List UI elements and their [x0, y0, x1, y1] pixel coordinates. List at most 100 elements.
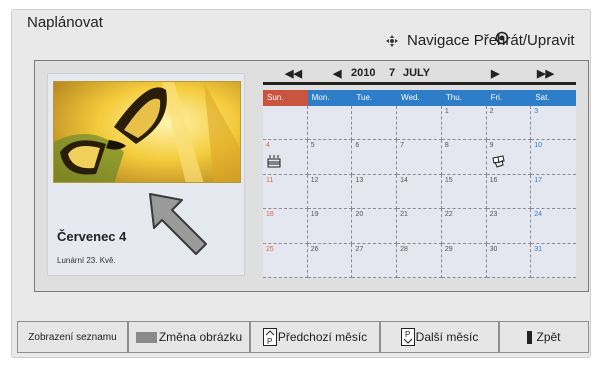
calendar-day-cell[interactable]: 22 [441, 209, 487, 244]
calendar-day-cell[interactable]: 30 [486, 243, 532, 278]
calendar-day-cell[interactable]: 15 [441, 174, 487, 210]
calendar-day-cell[interactable]: 9 [486, 140, 532, 175]
calendar-day-cell[interactable] [307, 106, 353, 141]
back-icon [527, 330, 533, 344]
ok-icon [495, 31, 509, 45]
calendar-day-cell[interactable]: 23 [486, 209, 532, 244]
day-number: 10 [534, 142, 543, 150]
day-number: 23 [489, 211, 498, 219]
calendar-day-cell[interactable]: 6 [352, 140, 398, 175]
calendar-day-cell[interactable]: 5 [307, 140, 353, 175]
list-view-label: Zobrazení seznamu [28, 331, 117, 343]
calendar-day-cell[interactable]: 24 [531, 209, 576, 244]
day-number: 8 [444, 142, 449, 150]
next-month-label: Další měsíc [415, 330, 479, 344]
calendar-day-cell[interactable]: 21 [397, 209, 442, 244]
calendar-year: 2010 [351, 67, 376, 79]
next-year-icon[interactable]: ▶▶ [537, 67, 554, 80]
weekday-label: Wed. [397, 90, 442, 106]
day-number: 28 [400, 245, 408, 253]
calendar-day-cell[interactable]: 3 [531, 106, 576, 141]
bottom-toolbar: Zobrazení seznamu Změna obrázku P Předch… [17, 321, 589, 353]
day-number: 19 [310, 211, 319, 219]
calendar-day-cell[interactable]: 26 [307, 243, 353, 278]
navigation-hint-text: Navigace Přehrát/Upravit [407, 32, 575, 49]
day-number: 7 [400, 142, 405, 150]
day-number: 13 [355, 176, 364, 184]
day-number: 9 [489, 142, 494, 150]
prev-month-icon[interactable]: ◀ [333, 67, 341, 80]
back-button[interactable]: Zpět [499, 321, 589, 353]
day-number: 3 [534, 108, 539, 115]
selected-date-title: Červenec 4 [57, 229, 127, 244]
prev-month-label: Předchozí měsíc [277, 330, 368, 344]
day-number: 22 [444, 211, 453, 219]
list-view-button[interactable]: Zobrazení seznamu [17, 321, 128, 353]
calendar-day-cell[interactable]: 17 [531, 175, 576, 210]
calendar-day-cell[interactable]: 4 [263, 140, 308, 175]
page-down-icon: P [400, 328, 415, 346]
day-number: 25 [266, 245, 274, 253]
calendar-day-cell[interactable]: 2 [486, 106, 532, 141]
lunar-date: Lunární 23. Kvě. [57, 256, 116, 265]
prev-year-icon[interactable]: ◀◀ [285, 67, 302, 80]
day-number: 16 [489, 176, 498, 184]
weekday-label: Fri. [486, 90, 532, 106]
calendar-day-cell[interactable]: 10 [531, 140, 576, 175]
calendar-day-cell[interactable]: 18 [263, 209, 308, 244]
color-key-icon [135, 331, 157, 343]
change-image-label: Změna obrázku [158, 330, 243, 344]
calendar-day-cell[interactable]: 8 [441, 140, 487, 175]
photo-card: Červenec 4 Lunární 23. Kvě. [47, 73, 245, 276]
calendar-day-cell[interactable]: 28 [397, 243, 442, 278]
day-number: 17 [534, 176, 543, 184]
day-number: 30 [489, 245, 498, 253]
calendar-day-cell[interactable]: 29 [441, 243, 487, 278]
calendar-grid: 1 2 3 4 5 6 7 8 9 10 11 12 13 14 15 16 17 18 19 20 21 22 23 24 2… [263, 106, 576, 278]
day-number: 20 [355, 211, 364, 219]
svg-text:P: P [405, 330, 410, 339]
day-number: 1 [444, 108, 449, 115]
navigation-hint: Navigace Přehrát/Upravit [385, 31, 575, 49]
day-number: 18 [266, 211, 274, 219]
day-number: 6 [355, 142, 360, 150]
calendar-day-cell[interactable]: 12 [307, 174, 353, 210]
day-number: 21 [400, 211, 408, 219]
calendar-day-cell[interactable] [397, 106, 442, 141]
calendar-day-cell[interactable]: 13 [352, 174, 398, 210]
day-number: 4 [266, 142, 270, 150]
day-number: 5 [310, 142, 315, 150]
calendar-day-cell[interactable]: 25 [263, 243, 308, 278]
weekday-label: Thu. [441, 90, 487, 106]
calendar-header: ◀◀ ◀ 2010 7 JULY ▶ ▶▶ [263, 65, 576, 83]
calendar-day-cell[interactable]: 27 [352, 243, 398, 278]
weekday-header: Sun. Mon. Tue. Wed. Thu. Fri. Sat. [263, 90, 577, 106]
next-month-icon[interactable]: ▶ [491, 67, 499, 80]
calendar-day-cell[interactable]: 14 [397, 174, 442, 210]
calendar-day-cell[interactable] [263, 106, 308, 141]
calendar-day-cell[interactable]: 20 [352, 209, 398, 244]
calendar-day-cell[interactable] [352, 106, 398, 141]
page-title: Naplánovat [27, 14, 103, 31]
calendar-day-cell[interactable]: 16 [486, 174, 532, 210]
day-number: 14 [400, 176, 408, 184]
calendar-day-cell[interactable]: 7 [397, 140, 442, 175]
prev-month-button[interactable]: P Předchozí měsíc [250, 321, 380, 353]
calendar-divider [263, 82, 576, 85]
gift-icon [491, 154, 505, 169]
change-image-button[interactable]: Změna obrázku [128, 321, 250, 353]
calendar-day-cell[interactable]: 1 [441, 106, 487, 141]
day-number: 2 [489, 108, 494, 115]
butterfly-photo[interactable] [53, 81, 241, 183]
calendar-day-cell[interactable]: 31 [531, 244, 576, 278]
calendar-month: JULY [403, 67, 431, 79]
day-number: 12 [310, 176, 319, 184]
calendar-day: 7 [389, 67, 396, 79]
calendar-day-cell[interactable]: 11 [263, 174, 308, 210]
day-number: 27 [355, 245, 364, 253]
svg-text:P: P [267, 337, 272, 346]
day-number: 15 [444, 176, 453, 184]
day-number: 24 [534, 211, 543, 219]
calendar-day-cell[interactable]: 19 [307, 209, 353, 244]
next-month-button[interactable]: P Další měsíc [380, 321, 499, 353]
